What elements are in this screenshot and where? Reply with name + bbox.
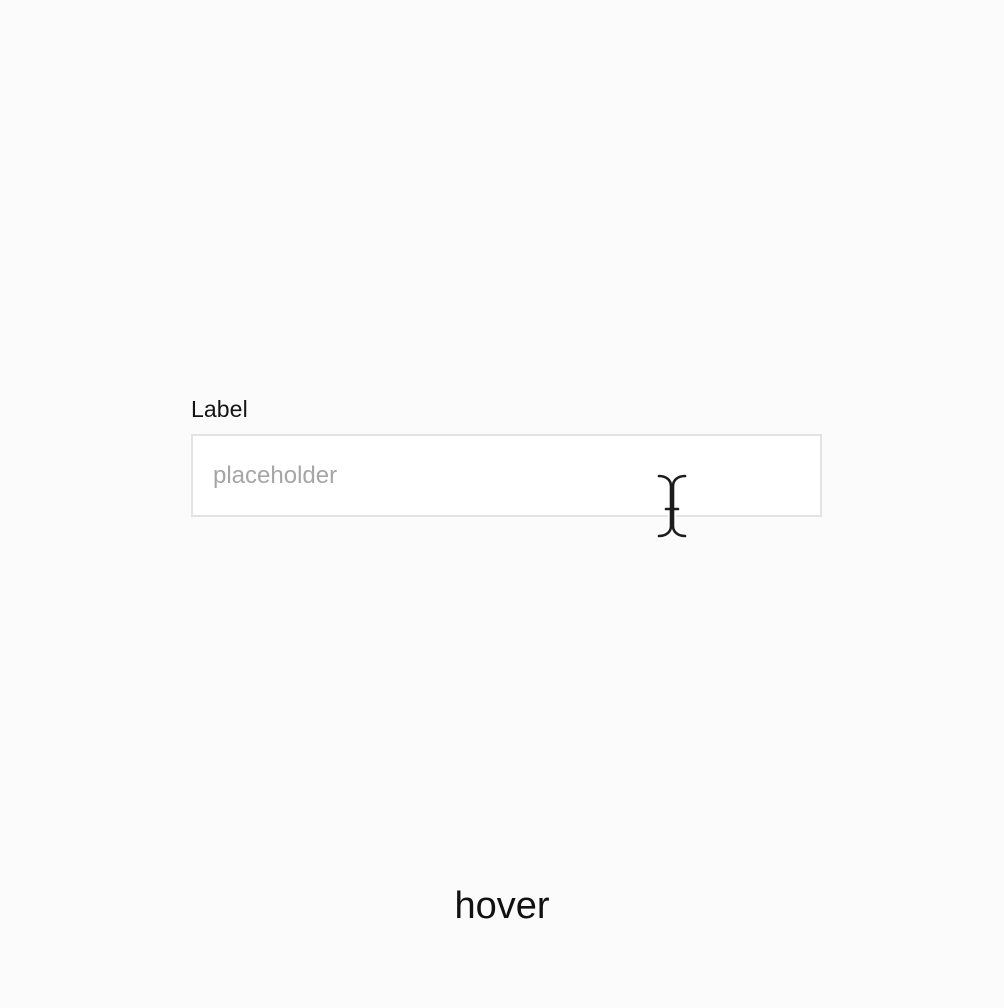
text-field: Label (191, 395, 822, 517)
state-caption: hover (454, 885, 550, 927)
text-input[interactable] (191, 434, 822, 517)
field-label: Label (191, 396, 248, 422)
